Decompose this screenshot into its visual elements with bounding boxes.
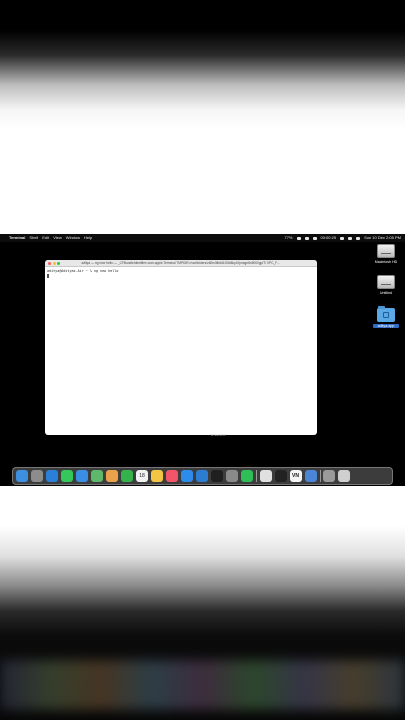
mac-desktop: Terminal Shell Edit View Window Help 77%…: [0, 234, 405, 486]
launchpad-icon[interactable]: [31, 470, 43, 482]
desktop-icon-aditya-app[interactable]: aditya-app: [373, 306, 399, 328]
photos-icon[interactable]: [106, 470, 118, 482]
menu-view[interactable]: View: [53, 234, 62, 242]
terminal-title: aditya — ng new hello — _CFBundleIdentif…: [81, 261, 281, 265]
desktop-icon-label: aditya-app: [373, 324, 399, 328]
vn-icon[interactable]: VN: [289, 470, 302, 482]
minimize-button[interactable]: [52, 262, 56, 265]
messages-icon[interactable]: [61, 470, 73, 482]
maps-icon[interactable]: [91, 470, 103, 482]
dock-separator: [319, 470, 320, 482]
vscode-icon[interactable]: [196, 470, 208, 482]
chrome-icon[interactable]: [259, 470, 272, 482]
siri-icon[interactable]: [356, 236, 361, 240]
facetime-icon[interactable]: [121, 470, 133, 482]
app-menu-terminal[interactable]: Terminal: [9, 234, 25, 242]
menu-edit[interactable]: Edit: [42, 234, 49, 242]
control-center-icon[interactable]: [340, 236, 345, 240]
terminal-icon[interactable]: [211, 470, 223, 482]
hard-drive-icon: [377, 275, 395, 289]
system-settings-icon[interactable]: [226, 470, 238, 482]
safari-icon[interactable]: [46, 470, 58, 482]
calendar-icon[interactable]: 18: [136, 470, 148, 482]
hard-drive-icon: [377, 244, 395, 258]
app-store-icon[interactable]: [181, 470, 193, 482]
dock: 18 VN: [12, 467, 393, 485]
folder-icon: [377, 306, 395, 322]
zoom-button[interactable]: [57, 262, 60, 265]
desktop-icon-macintosh-hd[interactable]: Macintosh HD: [373, 244, 399, 264]
top-blurred-background: [0, 0, 405, 234]
desktop-icon-untitled[interactable]: Untitled: [373, 275, 399, 295]
menu-bar: Terminal Shell Edit View Window Help 77%…: [0, 234, 405, 242]
obs-icon[interactable]: [274, 470, 287, 482]
terminal-window[interactable]: aditya — ng new hello — _CFBundleIdentif…: [45, 260, 317, 435]
menu-window[interactable]: Window: [66, 234, 80, 242]
menubar-clock[interactable]: Sun 10 Dec 2:05 PM: [364, 234, 401, 242]
bottom-blurred-dock: [0, 660, 405, 710]
desktop-icon-label: Macintosh HD: [374, 260, 398, 264]
mail-icon[interactable]: [76, 470, 88, 482]
wifi-icon[interactable]: [304, 236, 309, 240]
video-frame: Terminal Shell Edit View Window Help 77%…: [0, 0, 405, 720]
menu-shell[interactable]: Shell: [29, 234, 38, 242]
search-icon[interactable]: [348, 236, 353, 240]
record-icon[interactable]: [312, 236, 317, 240]
whatsapp-icon[interactable]: [241, 470, 253, 482]
window-controls: [48, 262, 62, 265]
status-area: 77% 00:00:25 Sun 10 Dec 2:05 PM: [280, 234, 401, 242]
terminal-prompt-line: aditya@Adityas-Air ~ % ng new hello: [47, 269, 119, 273]
menu-help[interactable]: Help: [84, 234, 92, 242]
music-icon[interactable]: [166, 470, 178, 482]
terminal-content[interactable]: aditya@Adityas-Air ~ % ng new hello: [45, 267, 317, 280]
preview-icon[interactable]: [304, 470, 317, 482]
terminal-titlebar[interactable]: aditya — ng new hello — _CFBundleIdentif…: [45, 260, 317, 267]
downloads-icon[interactable]: [323, 470, 335, 482]
finder-icon[interactable]: [16, 470, 28, 482]
terminal-cursor: [47, 273, 49, 278]
desktop-icon-label: Untitled: [379, 291, 393, 295]
trash-icon[interactable]: [338, 470, 350, 482]
recording-timer: 00:00:25: [320, 235, 337, 240]
screenshot-thumbnail[interactable]: Screenshot: [210, 433, 226, 438]
battery-icon[interactable]: [296, 236, 301, 240]
dock-separator: [256, 470, 257, 482]
battery-percent: 77%: [284, 235, 293, 240]
notes-icon[interactable]: [151, 470, 163, 482]
close-button[interactable]: [48, 262, 51, 265]
